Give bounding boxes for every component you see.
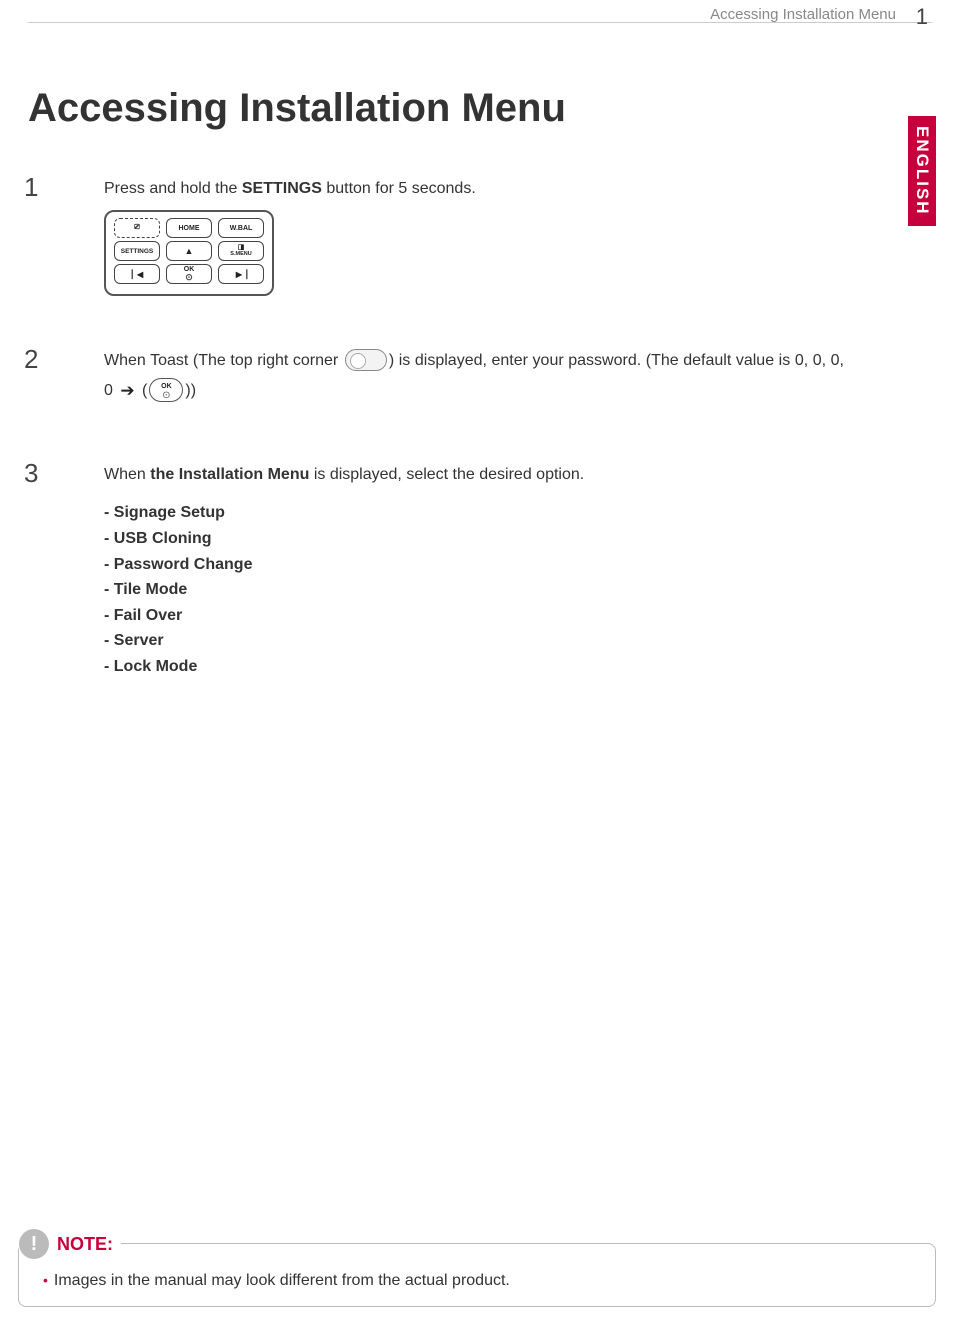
remote-btn-ok: OK ⊙ <box>166 264 212 284</box>
menu-item: - Fail Over <box>104 603 584 629</box>
remote-row: OK ⊙ <box>114 264 264 284</box>
next-icon <box>236 270 246 279</box>
remote-btn-up-icon <box>166 241 212 261</box>
page-title: Accessing Installation Menu <box>28 86 566 131</box>
up-arrow-icon <box>185 246 194 256</box>
prev-icon <box>132 270 142 279</box>
header-breadcrumb: Accessing Installation Menu <box>710 6 896 23</box>
menu-item: - USB Cloning <box>104 526 584 552</box>
step-body: Press and hold the SETTINGS button for 5… <box>104 174 476 204</box>
remote-btn-wbal: W.BAL <box>218 218 264 238</box>
remote-btn-smenu: ◨ S.MENU <box>218 241 264 261</box>
menu-item: - Lock Mode <box>104 654 584 680</box>
note-header: ! NOTE: <box>19 1229 121 1259</box>
smenu-label: S.MENU <box>230 252 251 258</box>
remote-btn-settings: SETTINGS <box>114 241 160 261</box>
step-bold: SETTINGS <box>242 180 322 197</box>
menu-item: - Tile Mode <box>104 577 584 603</box>
step-number: 2 <box>24 346 48 372</box>
remote-btn-next-icon <box>218 264 264 284</box>
step-number: 1 <box>24 174 48 200</box>
remote-row: ⎚ HOME W.BAL <box>114 218 264 238</box>
note-box: ! NOTE: •Images in the manual may look d… <box>18 1243 936 1307</box>
remote-illustration: ⎚ HOME W.BAL SETTINGS ◨ S.MENU OK ⊙ <box>104 210 274 296</box>
step-text: When <box>104 466 150 483</box>
step-text: ) <box>191 382 196 399</box>
step-bold: the Installation Menu <box>150 466 309 483</box>
note-exclamation-icon: ! <box>19 1229 49 1259</box>
remote-row: SETTINGS ◨ S.MENU <box>114 241 264 261</box>
ok-dot-icon: ⊙ <box>185 273 193 282</box>
step-3: 3 When the Installation Menu is displaye… <box>24 460 844 680</box>
menu-item: - Password Change <box>104 552 584 578</box>
note-text: Images in the manual may look different … <box>54 1272 510 1289</box>
remote-btn-prev-icon <box>114 264 160 284</box>
note-body: • Images in the manual may look different… <box>43 1272 915 1290</box>
toast-icon <box>345 349 387 371</box>
page-number-top: 1 <box>916 4 928 30</box>
ok-button-icon: OK⊙ <box>149 378 183 402</box>
step-text: Press and hold the <box>104 180 242 197</box>
remote-btn-picture-icon: ⎚ <box>114 218 160 238</box>
step-2: 2 When Toast (The top right corner ) is … <box>24 346 844 407</box>
smenu-square-icon: ◨ <box>238 244 245 251</box>
menu-item: - Signage Setup <box>104 500 584 526</box>
step-text: When Toast (The top right corner <box>104 352 343 369</box>
language-tab: ENGLISH <box>908 116 936 226</box>
note-label: NOTE: <box>57 1234 113 1255</box>
step-text: button for 5 seconds. <box>322 180 476 197</box>
remote-btn-home: HOME <box>166 218 212 238</box>
step-body: When Toast (The top right corner ) is di… <box>104 346 844 407</box>
ok-text: OK <box>150 383 182 390</box>
step-number: 3 <box>24 460 48 486</box>
step-text: is displayed, select the desired option. <box>309 466 584 483</box>
arrow-right-icon: ➔ <box>120 382 134 399</box>
step-1: 1 Press and hold the SETTINGS button for… <box>24 174 844 204</box>
menu-list: - Signage Setup - USB Cloning - Password… <box>104 500 584 679</box>
menu-item: - Server <box>104 628 584 654</box>
step-body: When the Installation Menu is displayed,… <box>104 460 584 680</box>
bullet-icon: • <box>43 1272 48 1288</box>
ok-dot-icon: ⊙ <box>150 391 182 401</box>
